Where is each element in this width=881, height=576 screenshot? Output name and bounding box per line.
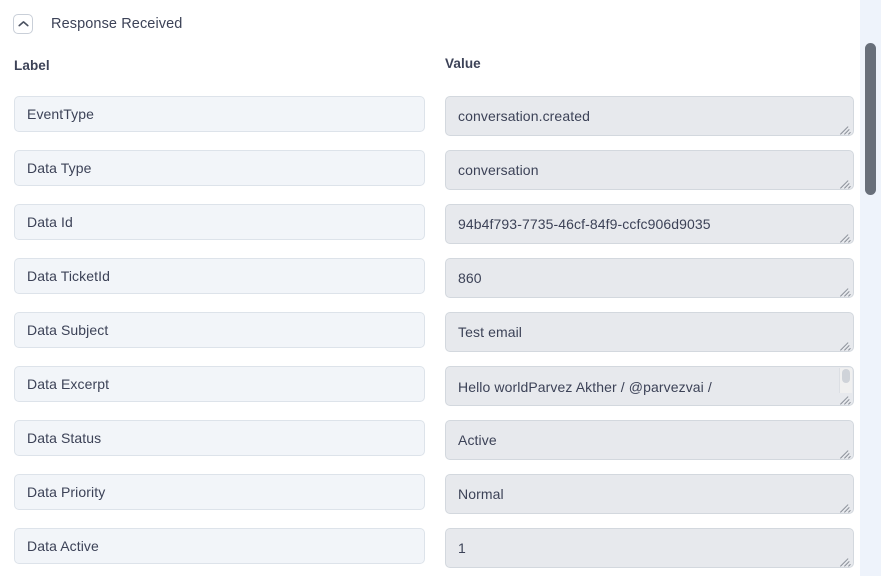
resize-handle-icon[interactable] — [840, 285, 851, 297]
label-input[interactable]: Data TicketId — [14, 258, 425, 294]
value-input[interactable]: conversation.created — [445, 96, 854, 136]
label-input[interactable]: Data Priority — [14, 474, 425, 510]
value-input[interactable]: 860 — [445, 258, 854, 298]
chevron-up-icon[interactable] — [13, 14, 33, 34]
label-input[interactable]: Data Status — [14, 420, 425, 456]
table-row: EventType conversation.created — [0, 88, 860, 142]
table-row: Data Subject Test email — [0, 304, 860, 358]
resize-handle-icon[interactable] — [840, 123, 851, 135]
label-input[interactable]: Data Id — [14, 204, 425, 240]
value-input[interactable]: Active — [445, 420, 854, 460]
value-input[interactable]: Hello worldParvez Akther / @parvezvai / — [445, 366, 854, 406]
column-header-value: Value — [445, 56, 481, 71]
label-input[interactable]: Data Subject — [14, 312, 425, 348]
section-header: Response Received — [0, 0, 860, 48]
field-rows-container: EventType conversation.created Data Type… — [0, 88, 860, 576]
value-input[interactable]: Test email — [445, 312, 854, 352]
resize-handle-icon[interactable] — [840, 177, 851, 189]
table-row: Data Status Active — [0, 412, 860, 466]
table-row: Data Excerpt Hello worldParvez Akther / … — [0, 358, 860, 412]
resize-handle-icon[interactable] — [840, 231, 851, 243]
textarea-scrollbar[interactable] — [839, 368, 852, 393]
label-input[interactable]: Data Excerpt — [14, 366, 425, 402]
table-row: Data TicketId 860 — [0, 250, 860, 304]
column-header-label: Label — [14, 58, 50, 73]
label-input[interactable]: Data Active — [14, 528, 425, 564]
label-input[interactable]: EventType — [14, 96, 425, 132]
value-input[interactable]: 1 — [445, 528, 854, 568]
resize-handle-icon[interactable] — [840, 555, 851, 567]
section-title: Response Received — [51, 16, 183, 32]
value-input[interactable]: 94b4f793-7735-46cf-84f9-ccfc906d9035 — [445, 204, 854, 244]
resize-handle-icon[interactable] — [840, 339, 851, 351]
table-row: Data Priority Normal — [0, 466, 860, 520]
resize-handle-icon[interactable] — [840, 393, 851, 405]
chevron-up-glyph — [17, 21, 29, 27]
resize-handle-icon[interactable] — [840, 501, 851, 513]
textarea-scrollbar-thumb[interactable] — [842, 369, 850, 383]
page-scrollbar[interactable] — [860, 0, 881, 576]
table-row: Data Id 94b4f793-7735-46cf-84f9-ccfc906d… — [0, 196, 860, 250]
table-row: Data Type conversation — [0, 142, 860, 196]
value-input[interactable]: Normal — [445, 474, 854, 514]
value-input[interactable]: conversation — [445, 150, 854, 190]
table-row: Data Active 1 — [0, 520, 860, 574]
label-input[interactable]: Data Type — [14, 150, 425, 186]
response-received-panel: Response Received Label Value EventType … — [0, 0, 881, 576]
page-scrollbar-thumb[interactable] — [865, 43, 876, 195]
resize-handle-icon[interactable] — [840, 447, 851, 459]
